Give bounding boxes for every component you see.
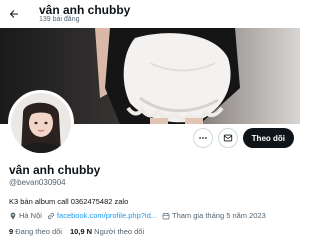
following-count: 9 [9, 227, 14, 236]
message-icon [223, 134, 232, 142]
profile-meta: Hà Nội facebook.com/profile.php?id... Th… [9, 211, 299, 220]
post-count: 139 bài đăng [39, 16, 80, 23]
profile-handle: @bevan030904 [9, 178, 66, 187]
website-item[interactable]: facebook.com/profile.php?id... [47, 211, 157, 220]
location-icon [10, 212, 16, 219]
more-button[interactable] [192, 128, 213, 148]
profile-top-bar: vân anh chubby 139 bài đăng [0, 0, 300, 28]
joined-item: Tham gia tháng 5 năm 2023 [162, 211, 266, 220]
profile-actions: Theo dõi [192, 128, 294, 148]
more-icon [198, 137, 207, 139]
profile-bio: K3 bán album call 0362475482 zalo [9, 197, 129, 206]
profile-stats: 9 Đang theo dõi 10,9 N Người theo dõi [9, 227, 152, 236]
calendar-icon [162, 212, 170, 219]
website-link[interactable]: facebook.com/profile.php?id... [57, 211, 157, 220]
joined-text: Tham gia tháng 5 năm 2023 [172, 211, 266, 220]
followers-stat[interactable]: 10,9 N Người theo dõi [70, 227, 144, 236]
followers-count: 10,9 N [69, 227, 93, 236]
arrow-left-icon [9, 10, 18, 18]
location-item: Hà Nội [9, 211, 42, 220]
profile-name: vân anh chubby [9, 163, 101, 177]
followers-label: Người theo dõi [94, 227, 145, 236]
header-title: vân anh chubby [39, 3, 131, 17]
following-label: Đang theo dõi [15, 227, 62, 236]
back-button[interactable] [6, 6, 22, 22]
avatar-image [11, 93, 71, 153]
avatar[interactable] [8, 90, 74, 156]
message-button[interactable] [217, 128, 238, 148]
follow-button[interactable]: Theo dõi [242, 128, 294, 148]
location-text: Hà Nội [19, 211, 42, 220]
following-stat[interactable]: 9 Đang theo dõi [9, 227, 62, 236]
link-icon [47, 212, 54, 219]
